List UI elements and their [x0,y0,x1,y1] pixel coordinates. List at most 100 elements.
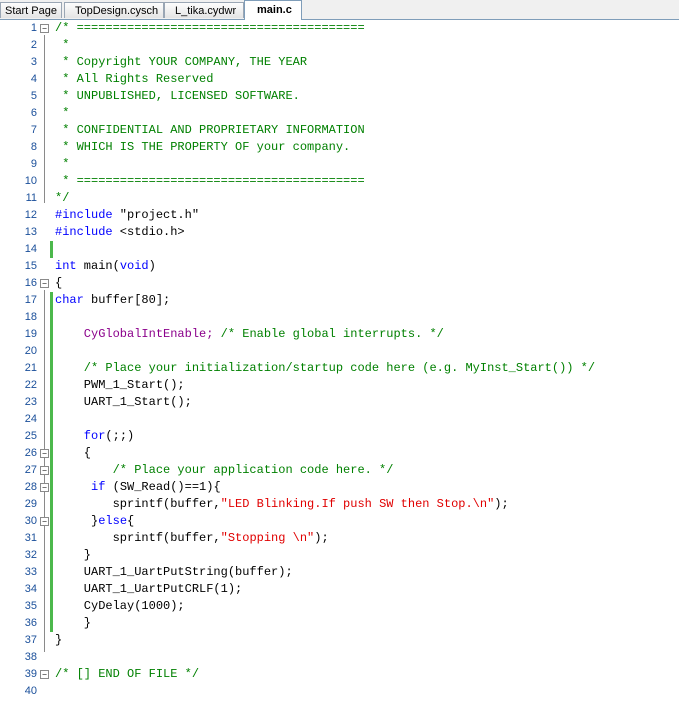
line-number: 23 [24,396,37,408]
line-number: 40 [24,685,37,697]
fold-collapse-icon[interactable]: − [40,670,49,679]
line-number: 22 [24,379,37,391]
code-text: } [55,514,99,528]
tab-l-tika-cydwr[interactable]: L_tika.cydwr [164,2,244,18]
code-line: #include "project.h" [55,207,199,224]
line-number: 31 [24,532,37,544]
line-number: 27 [24,464,37,476]
string-literal: "Stopping \n" [220,531,315,545]
line-number: 1 [30,22,37,34]
code-line: int main(void) [55,258,156,275]
code-line: /* [] END OF FILE */ [55,667,200,681]
code-line: * [55,106,70,120]
code-line: * CONFIDENTIAL AND PROPRIETARY INFORMATI… [55,123,365,137]
code-line: UART_1_UartPutString(buffer); [55,565,293,579]
code-line: sprintf(buffer,"LED Blinking.If push SW … [55,496,509,513]
line-number: 20 [24,345,37,357]
fold-collapse-icon[interactable]: − [40,279,49,288]
code-line: { [55,276,63,290]
macro: CyGlobalIntEnable; [55,327,214,341]
tab-topdesign[interactable]: TopDesign.cysch [64,2,164,18]
preprocessor-directive: #include [55,208,113,222]
code-line: /* Place your application code here. */ [55,463,394,477]
line-number: 4 [30,73,37,85]
code-line: if (SW_Read()==1){ [55,479,221,496]
code-line: } [55,633,63,647]
line-number: 30 [24,515,37,527]
line-number: 17 [24,294,37,306]
line-number: 12 [24,209,37,221]
code-line: * All Rights Reserved [55,72,214,86]
line-number: 9 [30,158,37,170]
code-line: * [55,38,70,52]
include-target: "project.h" [112,208,200,222]
code-line: char buffer[80]; [55,292,170,309]
code-text: (SW_Read()==1){ [105,480,221,494]
code-line: CyDelay(1000); [55,599,185,613]
line-number: 15 [24,260,37,272]
fold-collapse-icon[interactable]: − [40,24,49,33]
code-line: * Copyright YOUR COMPANY, THE YEAR [55,55,308,69]
string-literal: "LED Blinking.If push SW then Stop.\n" [220,497,495,511]
line-number: 2 [30,39,37,51]
keyword: void [119,259,149,273]
tab-main-c[interactable]: main.c [244,0,302,20]
preprocessor-directive: #include [55,225,113,239]
line-number: 21 [24,362,37,374]
code-editor[interactable]: 1−/* ===================================… [0,20,679,711]
code-line: */ [55,191,70,205]
include-target: <stdio.h> [112,225,185,239]
line-number: 7 [30,124,37,136]
code-line: { [55,446,92,460]
line-number: 39 [24,668,37,680]
tab-start-page[interactable]: Start Page [0,2,62,18]
comment: /* Enable global interrupts. */ [213,327,444,341]
code-line: * WHICH IS THE PROPERTY OF your company. [55,140,351,154]
fold-collapse-icon[interactable]: − [40,483,49,492]
code-text: ) [148,259,156,273]
code-line: } [55,616,92,630]
line-number: 28 [24,481,37,493]
fold-collapse-icon[interactable]: − [40,449,49,458]
keyword: int [55,259,77,273]
line-number: 34 [24,583,37,595]
line-number: 25 [24,430,37,442]
fold-collapse-icon[interactable]: − [40,466,49,475]
code-text: ); [494,497,509,511]
code-line: * ======================================… [55,174,365,188]
code-line: /* =====================================… [55,21,365,35]
keyword: if [55,480,106,494]
line-number: 37 [24,634,37,646]
code-line: sprintf(buffer,"Stopping \n"); [55,530,329,547]
line-number: 8 [30,141,37,153]
line-number: 14 [24,243,37,255]
document-tab-bar: Start Page TopDesign.cysch L_tika.cydwr … [0,0,679,20]
code-line: UART_1_Start(); [55,395,192,409]
code-text: { [127,514,135,528]
line-number: 33 [24,566,37,578]
code-text: (;;) [105,429,135,443]
line-number: 6 [30,107,37,119]
code-line: UART_1_UartPutCRLF(1); [55,582,243,596]
fold-collapse-icon[interactable]: − [40,517,49,526]
line-number: 18 [24,311,37,323]
code-line: for(;;) [55,428,134,445]
line-number: 29 [24,498,37,510]
line-number: 38 [24,651,37,663]
line-number: 19 [24,328,37,340]
line-number: 13 [24,226,37,238]
line-number: 35 [24,600,37,612]
line-number: 24 [24,413,37,425]
code-line: * [55,157,70,171]
line-number: 32 [24,549,37,561]
code-line: #include <stdio.h> [55,224,185,241]
code-line: CyGlobalIntEnable; /* Enable global inte… [55,326,444,343]
keyword: for [55,429,106,443]
code-line: * UNPUBLISHED, LICENSED SOFTWARE. [55,89,300,103]
line-number: 5 [30,90,37,102]
line-number: 10 [24,175,37,187]
code-line: } [55,548,92,562]
code-text: sprintf(buffer, [55,531,221,545]
line-number: 26 [24,447,37,459]
line-number: 3 [30,56,37,68]
